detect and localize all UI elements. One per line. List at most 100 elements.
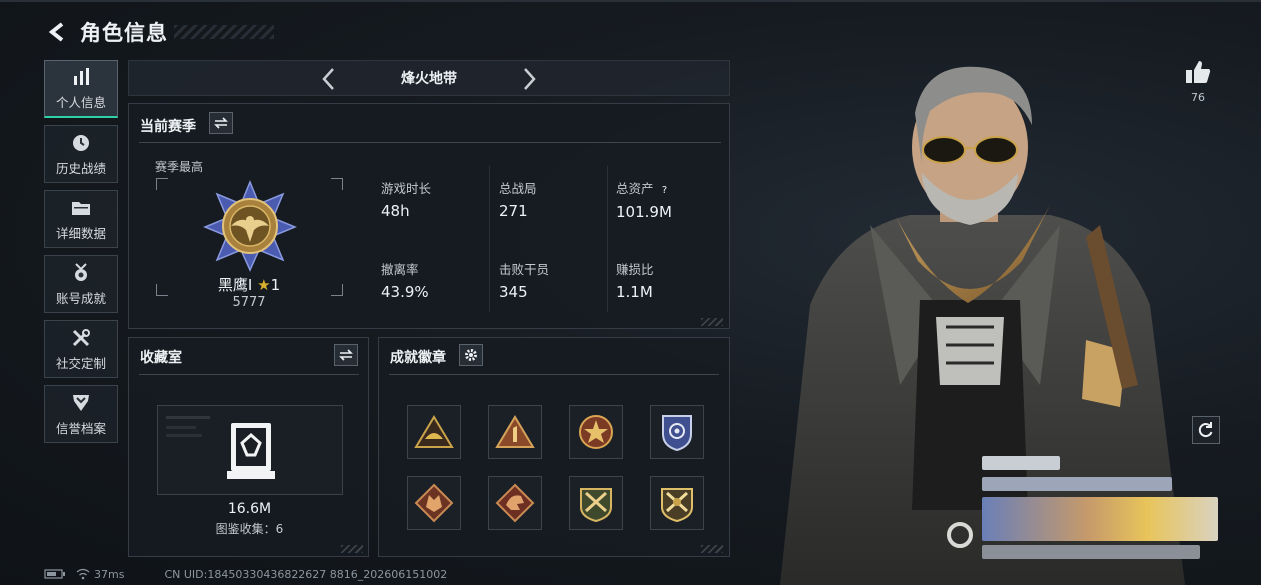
stat-label: 总资产 xyxy=(616,181,654,196)
ping-value: 37ms xyxy=(94,567,125,581)
stat-play-time: 游戏时长 48h xyxy=(381,178,431,220)
refresh-icon xyxy=(1198,422,1213,438)
stat-value: 345 xyxy=(499,283,528,301)
sidebar-item-personal-info[interactable]: 个人信息 xyxy=(44,60,118,118)
panel-corner-decoration xyxy=(701,318,723,326)
crossed-rifles-badge-icon xyxy=(580,488,612,523)
collection-showcase[interactable] xyxy=(157,405,343,495)
frame-corner xyxy=(156,178,168,190)
collection-panel: 收藏室 16.6M 图鉴收集：6 xyxy=(128,337,369,557)
sidebar-item-label: 个人信息 xyxy=(55,95,106,110)
stat-operators-defeated: 击败干员 345 xyxy=(499,259,549,301)
rotate-model-button[interactable] xyxy=(1192,416,1220,444)
folder-icon xyxy=(70,197,92,219)
stat-label: 总战局 xyxy=(499,181,537,196)
stat-profit-loss-ratio: 赚损比 1.1M xyxy=(616,259,654,301)
rank-title: 黑鹰I ★1 xyxy=(169,274,329,295)
pyramid-one-badge-icon xyxy=(495,415,535,448)
redacted-block xyxy=(982,477,1172,491)
achievement-badge[interactable] xyxy=(569,476,623,530)
achievement-badge[interactable] xyxy=(569,405,623,459)
police-shield-badge-icon xyxy=(662,415,692,452)
stat-column-divider xyxy=(489,166,490,312)
wifi-icon xyxy=(76,568,90,580)
season-name: 烽火地带 xyxy=(401,71,457,87)
wolf-head-badge-icon xyxy=(414,483,454,523)
header: 角色信息 xyxy=(44,16,274,48)
sidebar: 个人信息 历史战绩 详细数据 账号成就 社交定制 信誉档案 xyxy=(44,60,118,450)
star-emblem-badge-icon xyxy=(579,415,613,449)
sidebar-item-social[interactable]: 社交定制 xyxy=(44,320,118,378)
achievements-panel: 成就徽章 xyxy=(378,337,730,557)
stat-value: 101.9M xyxy=(616,203,672,221)
sidebar-item-label: 详细数据 xyxy=(55,225,106,241)
stat-label: 击败干员 xyxy=(499,262,550,277)
rank-emblem-icon xyxy=(203,180,297,272)
sidebar-item-history[interactable]: 历史战绩 xyxy=(44,125,118,183)
stat-value: 1.1M xyxy=(616,283,653,301)
achievement-badge[interactable] xyxy=(488,405,542,459)
current-season-panel: 当前赛季 赛季最高 黑鹰I ★1 5777 游戏时长 48h 总战局 271 总… xyxy=(128,103,730,329)
frame-corner xyxy=(331,284,343,296)
sidebar-item-label: 历史战绩 xyxy=(55,160,106,176)
back-button[interactable] xyxy=(44,18,72,46)
achievements-settings-button[interactable] xyxy=(459,344,483,366)
achievement-badge[interactable] xyxy=(650,476,704,530)
star-icon: ★ xyxy=(257,276,271,294)
stat-column-divider xyxy=(607,166,608,312)
tools-icon xyxy=(70,327,92,349)
showcase-text-line xyxy=(166,434,202,437)
season-selector: 烽火地带 xyxy=(128,60,730,96)
collection-title: 收藏室 xyxy=(140,350,182,366)
achievement-badge[interactable] xyxy=(488,476,542,530)
bar-chart-icon xyxy=(70,66,92,88)
battery-icon xyxy=(44,569,65,579)
sidebar-item-reputation[interactable]: 信誉档案 xyxy=(44,385,118,443)
shield-icon xyxy=(70,392,92,414)
stat-label: 撤离率 xyxy=(381,262,419,277)
season-prev-button[interactable] xyxy=(315,65,343,93)
showcase-text-line xyxy=(166,426,196,429)
stat-value: 271 xyxy=(499,202,528,220)
stat-total-matches: 总战局 271 xyxy=(499,178,537,220)
sidebar-item-detailed-data[interactable]: 详细数据 xyxy=(44,190,118,248)
redacted-banner xyxy=(982,497,1218,541)
sidebar-item-label: 信誉档案 xyxy=(55,420,106,436)
achievements-title: 成就徽章 xyxy=(390,350,446,366)
swap-icon xyxy=(214,117,228,129)
thumbs-up-icon xyxy=(1186,61,1211,83)
season-switch-button[interactable] xyxy=(209,112,233,134)
page-title: 角色信息 xyxy=(80,21,168,45)
collection-switch-button[interactable] xyxy=(334,344,358,366)
panel-divider xyxy=(139,142,721,143)
back-arrow-icon xyxy=(48,22,64,42)
status-footer: 37ms CN UID:18450330436822627 8816_20260… xyxy=(44,566,447,582)
top-border xyxy=(0,0,1261,2)
help-icon[interactable]: ? xyxy=(658,184,672,198)
achievement-badge[interactable] xyxy=(650,405,704,459)
sidebar-item-achievements[interactable]: 账号成就 xyxy=(44,255,118,313)
sidebar-item-label: 账号成就 xyxy=(55,290,106,306)
collection-value: 16.6M xyxy=(227,501,272,517)
display-case-icon xyxy=(227,423,275,479)
chevron-right-icon xyxy=(524,68,536,90)
chevron-left-icon xyxy=(322,68,334,90)
panel-divider xyxy=(139,374,359,375)
rank-stars: 1 xyxy=(270,276,281,294)
user-uid: CN UID:18450330436822627 8816_2026061510… xyxy=(164,567,448,581)
rank-name: 黑鹰I xyxy=(217,276,253,294)
crossed-rifles-gold-badge-icon xyxy=(661,488,693,523)
like-button[interactable] xyxy=(1180,58,1216,86)
redacted-block xyxy=(982,456,1060,470)
season-next-button[interactable] xyxy=(515,65,543,93)
dragon-head-badge-icon xyxy=(495,483,535,523)
achievement-badge[interactable] xyxy=(407,476,461,530)
rank-score: 5777 xyxy=(232,295,266,310)
showcase-text-line xyxy=(166,416,210,419)
stat-label: 赚损比 xyxy=(616,262,654,277)
medal-icon xyxy=(70,262,92,284)
pyramid-helmet-badge-icon xyxy=(414,415,454,448)
redacted-block xyxy=(982,545,1200,559)
stat-value: 48h xyxy=(381,202,410,220)
achievement-badge[interactable] xyxy=(407,405,461,459)
